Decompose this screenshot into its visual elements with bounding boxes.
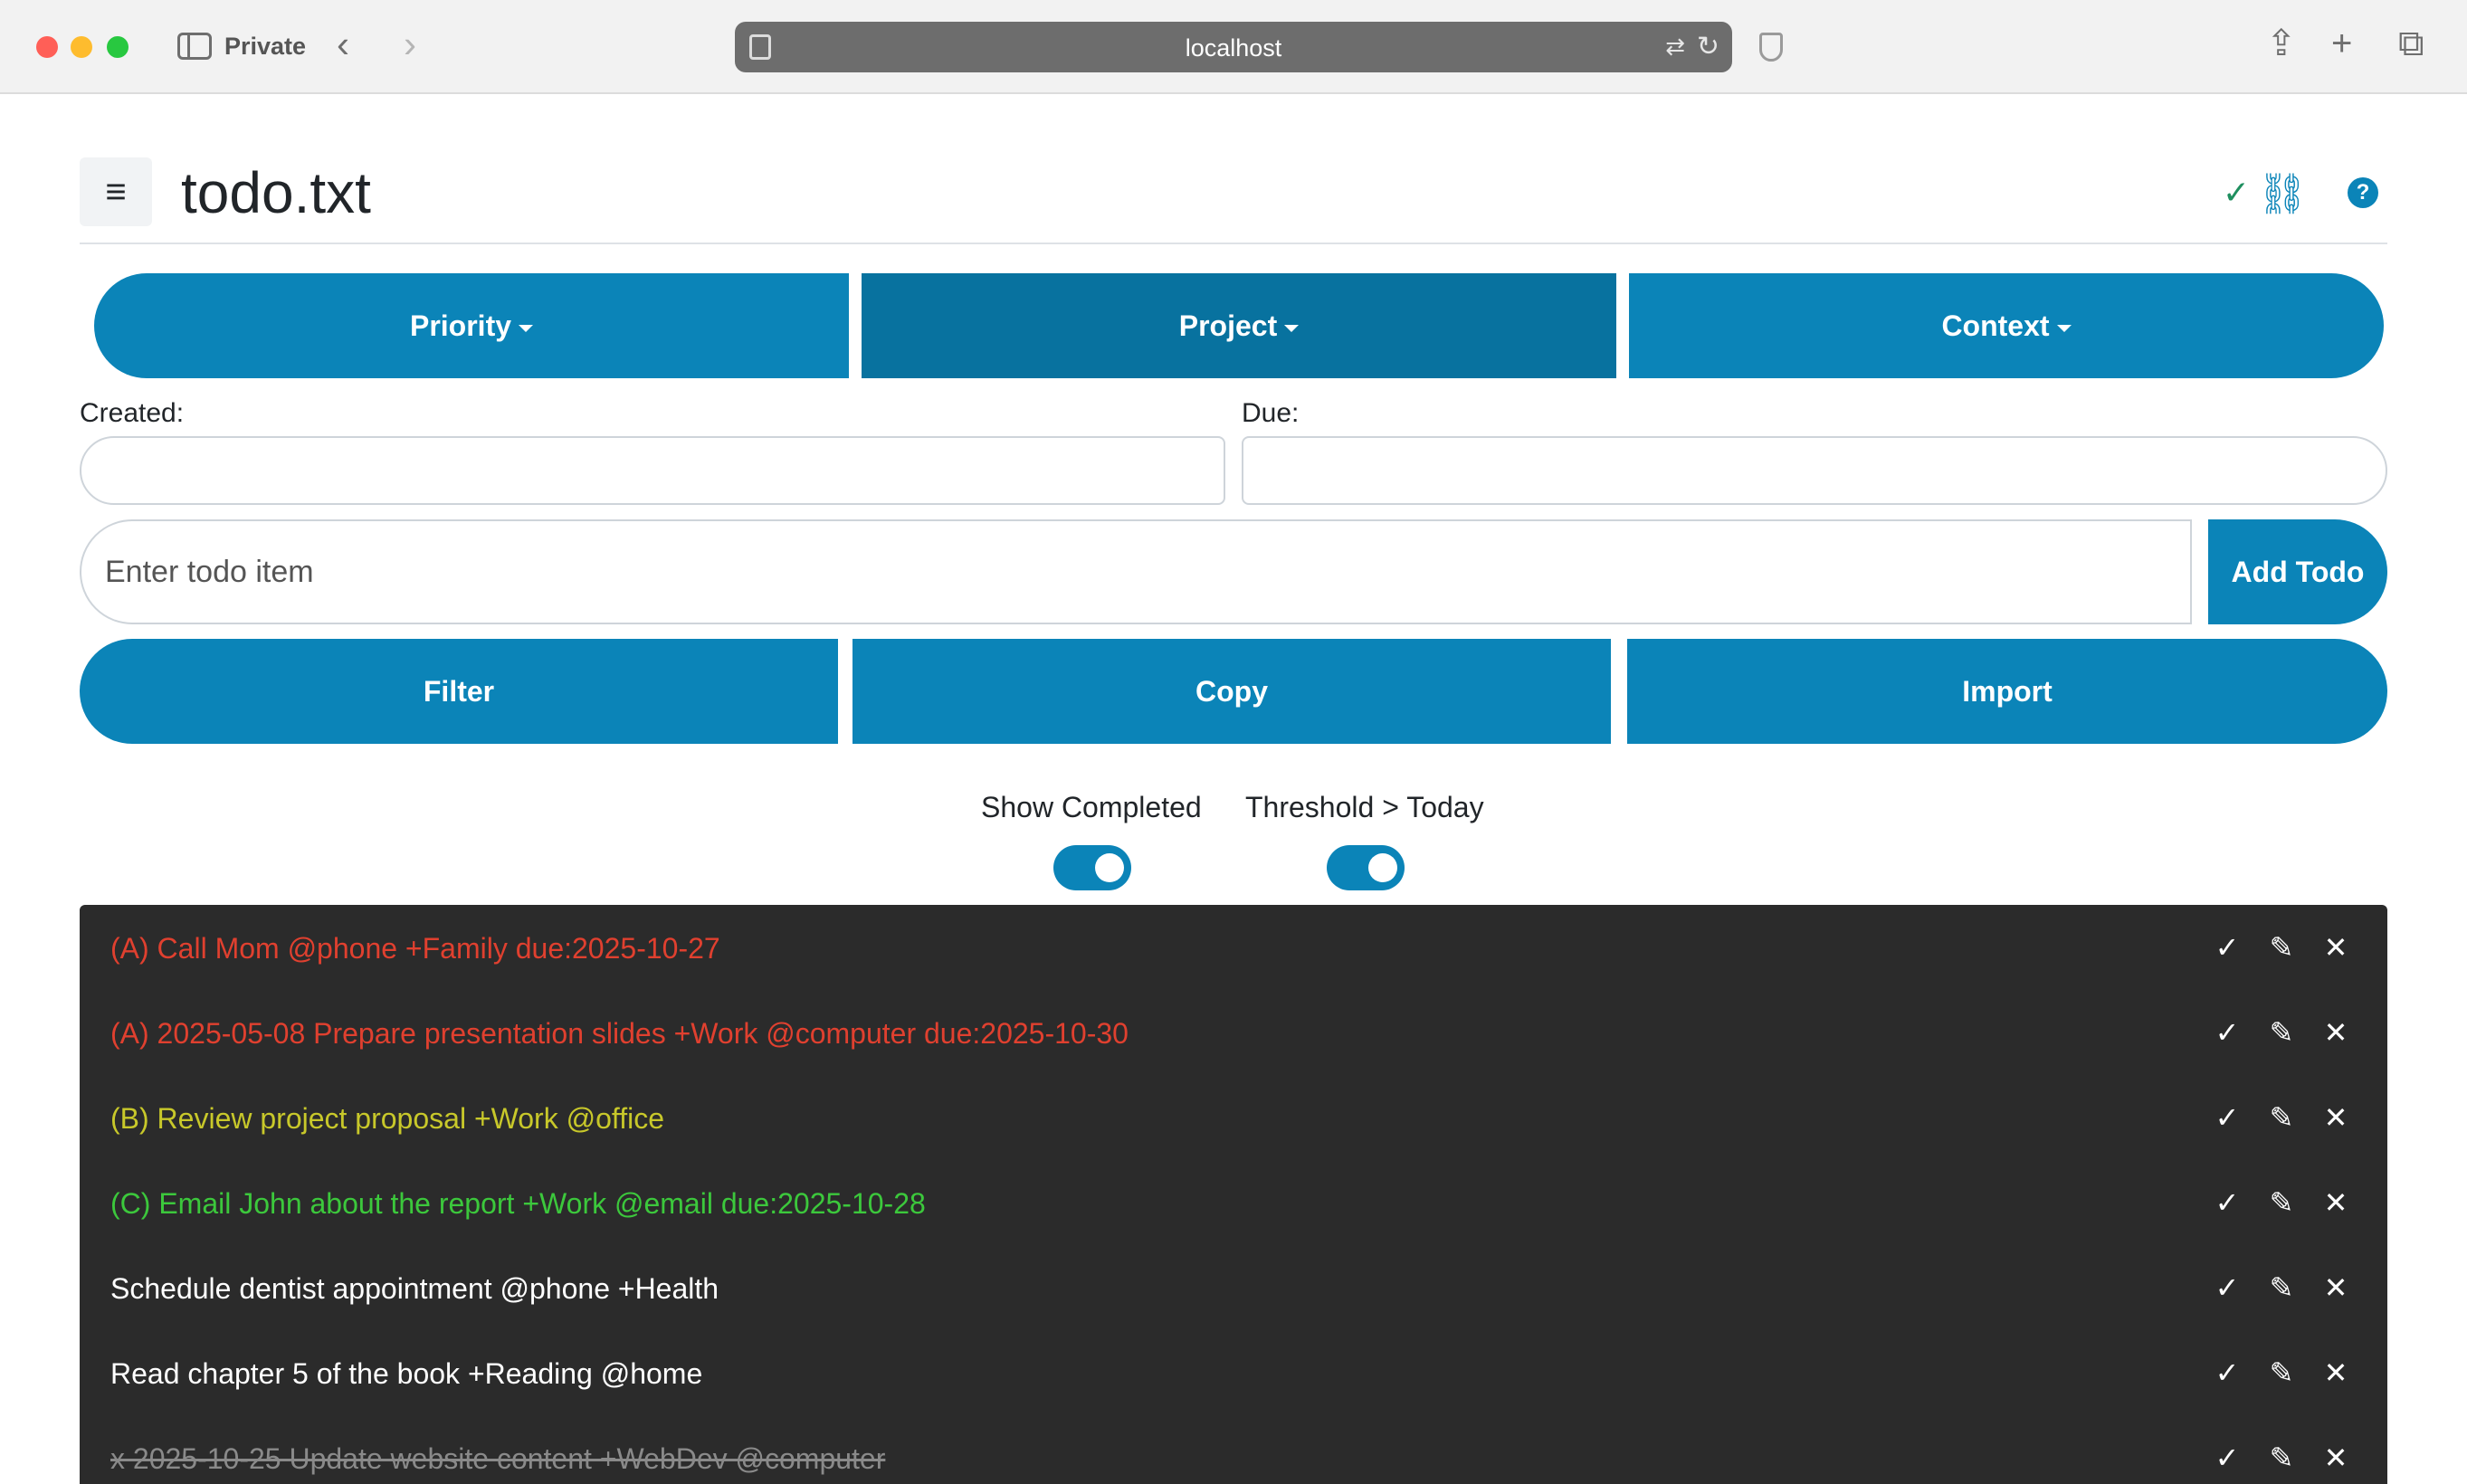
priority-dropdown[interactable]: Priority bbox=[94, 273, 849, 378]
todo-text[interactable]: Read chapter 5 of the book +Reading @hom… bbox=[110, 1357, 702, 1391]
reload-icon[interactable]: ↻ bbox=[1697, 31, 1719, 62]
address-bar[interactable]: localhost ⇄ ↻ bbox=[735, 22, 1732, 72]
todo-text[interactable]: (B) Review project proposal +Work @offic… bbox=[110, 1102, 664, 1136]
translate-icon[interactable]: ⇄ bbox=[1665, 33, 1685, 61]
new-tab-icon[interactable]: + bbox=[2331, 25, 2352, 62]
caret-down-icon bbox=[2056, 324, 2072, 332]
todo-actions: ✓ ✎ ✕ bbox=[2188, 1356, 2351, 1390]
page-title: todo.txt bbox=[181, 160, 371, 225]
zoom-window-button[interactable] bbox=[107, 36, 129, 58]
copy-button[interactable]: Copy bbox=[852, 639, 1611, 744]
url-text: localhost bbox=[1185, 34, 1282, 62]
todo-list: (A) Call Mom @phone +Family due:2025-10-… bbox=[80, 905, 2387, 1484]
share-icon[interactable]: ⇪ bbox=[2266, 25, 2297, 62]
todo-actions: ✓ ✎ ✕ bbox=[2188, 1015, 2351, 1050]
todo-item-input[interactable]: Enter todo item bbox=[80, 519, 2192, 624]
due-label: Due: bbox=[1242, 398, 1300, 428]
todo-text[interactable]: (C) Email John about the report +Work @e… bbox=[110, 1187, 926, 1221]
todo-actions: ✓ ✎ ✕ bbox=[2188, 1441, 2351, 1475]
edit-icon[interactable]: ✎ bbox=[2266, 1100, 2297, 1135]
threshold-label: Threshold > Today bbox=[1245, 791, 1484, 823]
todo-row: Read chapter 5 of the book +Reading @hom… bbox=[80, 1330, 2387, 1415]
edit-icon[interactable]: ✎ bbox=[2266, 1441, 2297, 1475]
todo-actions: ✓ ✎ ✕ bbox=[2188, 930, 2351, 965]
delete-x-icon[interactable]: ✕ bbox=[2320, 1441, 2351, 1475]
todo-text[interactable]: (A) 2025-05-08 Prepare presentation slid… bbox=[110, 1017, 1129, 1051]
edit-icon[interactable]: ✎ bbox=[2266, 1015, 2297, 1050]
todo-row: (A) Call Mom @phone +Family due:2025-10-… bbox=[80, 905, 2387, 990]
edit-icon[interactable]: ✎ bbox=[2266, 1270, 2297, 1305]
import-button[interactable]: Import bbox=[1627, 639, 2387, 744]
todo-text[interactable]: x 2025-10-25 Update website content +Web… bbox=[110, 1442, 885, 1476]
todo-row: (C) Email John about the report +Work @e… bbox=[80, 1160, 2387, 1245]
hamburger-menu-button[interactable]: ≡ bbox=[80, 157, 152, 226]
created-date-input[interactable] bbox=[80, 436, 1225, 505]
complete-check-icon[interactable]: ✓ bbox=[2212, 1441, 2243, 1475]
complete-check-icon[interactable]: ✓ bbox=[2212, 1356, 2243, 1390]
caret-down-icon bbox=[1284, 324, 1300, 332]
due-date-input[interactable] bbox=[1242, 436, 2387, 505]
filter-dropdowns: Priority Project Context bbox=[94, 273, 2384, 378]
shield-icon[interactable] bbox=[1759, 33, 1783, 62]
app-header: ≡ todo.txt ✓ ⛓ ? bbox=[80, 94, 2387, 244]
context-dropdown[interactable]: Context bbox=[1629, 273, 2384, 378]
todo-app: ≡ todo.txt ✓ ⛓ ? Priority Project Contex… bbox=[80, 94, 2387, 1484]
complete-check-icon[interactable]: ✓ bbox=[2212, 1270, 2243, 1305]
todo-row: (A) 2025-05-08 Prepare presentation slid… bbox=[80, 990, 2387, 1075]
filter-button[interactable]: Filter bbox=[80, 639, 838, 744]
priority-dropdown-label: Priority bbox=[409, 309, 512, 342]
todo-actions: ✓ ✎ ✕ bbox=[2188, 1100, 2351, 1135]
context-dropdown-label: Context bbox=[1941, 309, 2050, 342]
edit-icon[interactable]: ✎ bbox=[2266, 930, 2297, 965]
delete-x-icon[interactable]: ✕ bbox=[2320, 1356, 2351, 1390]
complete-check-icon[interactable]: ✓ bbox=[2212, 1185, 2243, 1220]
todo-actions: ✓ ✎ ✕ bbox=[2188, 1185, 2351, 1220]
todo-row: Schedule dentist appointment @phone +Hea… bbox=[80, 1245, 2387, 1330]
add-todo-button[interactable]: Add Todo bbox=[2208, 519, 2387, 624]
todo-actions: ✓ ✎ ✕ bbox=[2188, 1270, 2351, 1305]
edit-icon[interactable]: ✎ bbox=[2266, 1185, 2297, 1220]
private-label: Private bbox=[224, 33, 307, 60]
delete-x-icon[interactable]: ✕ bbox=[2320, 930, 2351, 965]
todo-text[interactable]: (A) Call Mom @phone +Family due:2025-10-… bbox=[110, 932, 720, 966]
delete-x-icon[interactable]: ✕ bbox=[2320, 1185, 2351, 1220]
unlink-icon[interactable]: ⛓ bbox=[2257, 170, 2308, 217]
browser-toolbar: Private ‹ › localhost ⇄ ↻ ⇪ + ⧉ bbox=[0, 0, 2467, 94]
complete-check-icon[interactable]: ✓ bbox=[2212, 1015, 2243, 1050]
help-icon[interactable]: ? bbox=[2348, 177, 2378, 208]
show-completed-label: Show Completed bbox=[981, 791, 1202, 823]
caret-down-icon bbox=[519, 324, 534, 332]
forward-arrow-icon[interactable]: › bbox=[404, 25, 416, 63]
todo-text[interactable]: Schedule dentist appointment @phone +Hea… bbox=[110, 1272, 719, 1306]
close-window-button[interactable] bbox=[36, 36, 58, 58]
project-dropdown-label: Project bbox=[1178, 309, 1278, 342]
delete-x-icon[interactable]: ✕ bbox=[2320, 1270, 2351, 1305]
created-label: Created: bbox=[80, 398, 185, 428]
threshold-toggle[interactable] bbox=[1327, 845, 1405, 890]
todo-row-completed: x 2025-10-25 Update website content +Web… bbox=[80, 1415, 2387, 1484]
complete-check-icon[interactable]: ✓ bbox=[2212, 1100, 2243, 1135]
minimize-window-button[interactable] bbox=[71, 36, 92, 58]
back-arrow-icon[interactable]: ‹ bbox=[337, 25, 349, 63]
todo-row: (B) Review project proposal +Work @offic… bbox=[80, 1075, 2387, 1160]
project-dropdown[interactable]: Project bbox=[862, 273, 1616, 378]
edit-icon[interactable]: ✎ bbox=[2266, 1356, 2297, 1390]
delete-x-icon[interactable]: ✕ bbox=[2320, 1100, 2351, 1135]
show-completed-toggle[interactable] bbox=[1053, 845, 1131, 890]
sync-check-icon: ✓ bbox=[2222, 174, 2250, 211]
sidebar-icon[interactable] bbox=[177, 33, 212, 60]
tab-overview-icon[interactable]: ⧉ bbox=[2398, 25, 2424, 62]
complete-check-icon[interactable]: ✓ bbox=[2212, 930, 2243, 965]
delete-x-icon[interactable]: ✕ bbox=[2320, 1015, 2351, 1050]
